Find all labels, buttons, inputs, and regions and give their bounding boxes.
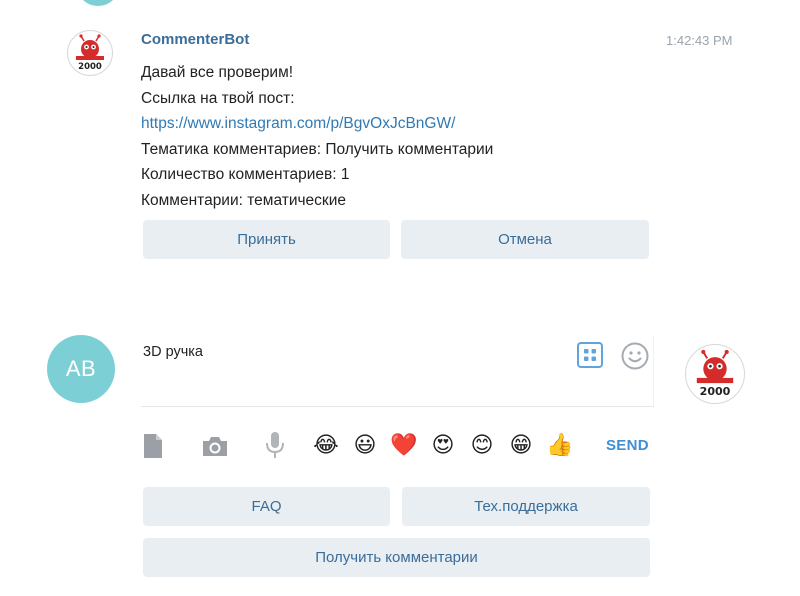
message-line: Количество комментариев: 1 — [141, 166, 350, 184]
bot-avatar[interactable]: 2000 — [67, 30, 113, 76]
emoji-tears-of-joy-icon[interactable]: 😂 — [311, 431, 341, 461]
file-icon[interactable] — [139, 432, 167, 460]
smile-icon[interactable] — [620, 341, 650, 371]
post-link[interactable]: https://www.instagram.com/p/BgvOxJcBnGW/ — [141, 111, 493, 137]
message-input[interactable]: 3D ручка — [143, 344, 203, 360]
bot-logo-icon: 2000 — [76, 34, 104, 72]
get-comments-button[interactable]: Получить комментарии — [143, 538, 650, 577]
message-body: Давай все проверим! Ссылка на твой пост:… — [141, 60, 493, 214]
message-line: Давай все проверим! — [141, 64, 294, 81]
message-sender[interactable]: CommenterBot — [141, 31, 249, 48]
keyboard-grid-icon[interactable] — [576, 341, 604, 369]
camera-icon[interactable] — [201, 432, 229, 460]
emoji-grin-icon[interactable]: 😁 — [506, 431, 536, 461]
bot-avatar-large[interactable]: 2000 — [685, 344, 745, 404]
svg-text:2000: 2000 — [78, 62, 102, 72]
message-line: Комментарии: тематические — [141, 191, 346, 209]
microphone-icon[interactable] — [261, 431, 289, 459]
emoji-thumbs-up-icon[interactable]: 👍 — [545, 431, 575, 461]
message-line: Тематика комментариев: Получить коммента… — [141, 140, 494, 158]
faq-button[interactable]: FAQ — [143, 487, 390, 526]
message-time: 1:42:43 PM — [666, 33, 733, 48]
previous-message-avatar — [76, 0, 120, 6]
emoji-heart-icon[interactable]: ❤️ — [389, 431, 419, 461]
svg-text:2000: 2000 — [700, 385, 731, 398]
message-line: Ссылка на твой пост: — [141, 89, 295, 107]
bot-logo-icon: 2000 — [696, 349, 734, 398]
emoji-smiley-icon[interactable]: 😃 — [350, 431, 380, 461]
emoji-blush-icon[interactable]: 😊 — [467, 431, 497, 461]
cancel-button[interactable]: Отмена — [401, 220, 649, 259]
accept-button[interactable]: Принять — [143, 220, 390, 259]
emoji-heart-eyes-icon[interactable]: 😍 — [428, 431, 458, 461]
send-button[interactable]: SEND — [606, 437, 649, 454]
user-avatar[interactable]: AB — [47, 335, 115, 403]
support-button[interactable]: Тех.поддержка — [402, 487, 650, 526]
